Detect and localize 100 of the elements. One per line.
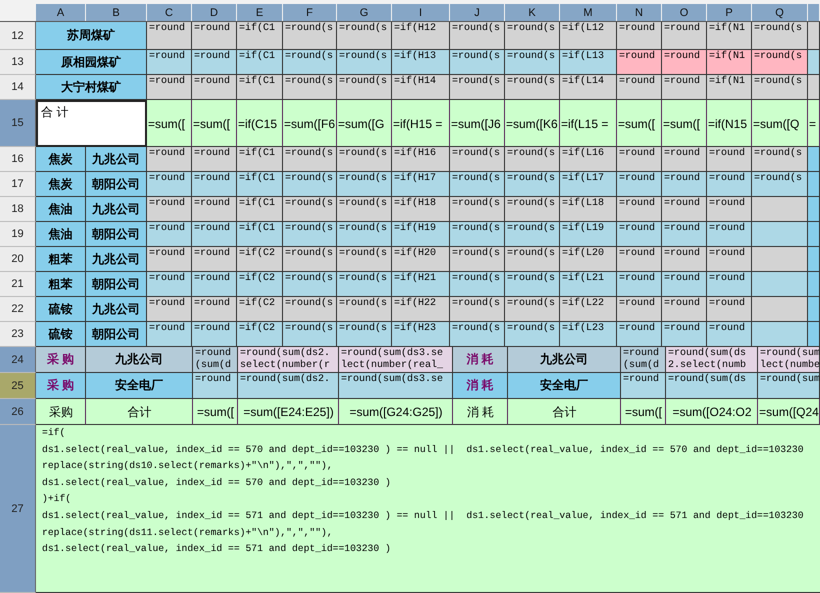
table-cell[interactable]: =round(s	[450, 172, 505, 197]
table-cell[interactable]: 九兆公司	[86, 347, 193, 373]
table-cell[interactable]: =round(s	[450, 222, 505, 247]
table-cell[interactable]: =if(H23	[392, 322, 450, 347]
table-cell[interactable]: =round	[662, 22, 707, 50]
table-cell[interactable]: =round(s	[337, 172, 392, 197]
table-cell[interactable]: =round	[147, 272, 192, 297]
table-cell[interactable]: =sum([E24:E25])	[238, 399, 339, 425]
table-cell[interactable]	[808, 247, 820, 272]
table-cell[interactable]: =if(H18	[392, 197, 450, 222]
table-cell[interactable]: =round(s	[337, 197, 392, 222]
table-cell[interactable]	[808, 322, 820, 347]
column-header[interactable]: C	[147, 4, 192, 21]
table-cell[interactable]: =round (sum(d	[621, 347, 666, 373]
table-cell[interactable]: =round(s	[450, 197, 505, 222]
row-header[interactable]: 13	[0, 50, 36, 75]
table-cell[interactable]: =if(C2	[237, 272, 283, 297]
table-cell[interactable]: =round(sum(ds2. select(number(r	[238, 347, 339, 373]
table-cell[interactable]: =if(L22	[560, 297, 617, 322]
table-cell[interactable]	[752, 272, 808, 297]
column-header[interactable]: Q	[752, 4, 808, 21]
table-cell[interactable]: 焦炭	[36, 172, 86, 197]
column-header[interactable]: F	[283, 4, 337, 21]
table-cell[interactable]: =round	[617, 297, 662, 322]
table-cell[interactable]: =round(s	[283, 75, 337, 100]
table-cell[interactable]: 原相园煤矿	[36, 50, 147, 75]
table-cell[interactable]: =round(s	[283, 172, 337, 197]
table-cell[interactable]: =round(s	[505, 272, 560, 297]
table-cell[interactable]: =if(C1	[237, 22, 283, 50]
table-cell[interactable]: =if(L21	[560, 272, 617, 297]
table-cell[interactable]: =round	[617, 322, 662, 347]
table-cell[interactable]: =sum([	[147, 100, 192, 147]
table-cell[interactable]: =sum([F6	[283, 100, 337, 147]
table-cell[interactable]: =round(sum(ds2.	[238, 373, 339, 399]
table-cell[interactable]: 粗苯	[36, 272, 86, 297]
table-cell[interactable]	[808, 50, 820, 75]
table-cell[interactable]: 九兆公司	[86, 247, 147, 272]
table-cell[interactable]: =if(C1	[237, 222, 283, 247]
column-header[interactable]: G	[337, 4, 392, 21]
table-cell[interactable]: =round	[147, 50, 192, 75]
table-cell[interactable]: =round(s	[505, 22, 560, 50]
table-cell[interactable]: =round	[617, 247, 662, 272]
table-cell[interactable]: =round(sum(ds	[666, 373, 758, 399]
table-cell[interactable]: =round	[662, 50, 707, 75]
table-cell[interactable]: 朝阳公司	[86, 272, 147, 297]
table-cell[interactable]: =if(H16	[392, 147, 450, 172]
table-cell[interactable]: =round (sum(d	[193, 347, 238, 373]
table-cell[interactable]: =round	[662, 272, 707, 297]
table-cell[interactable]	[808, 147, 820, 172]
table-cell[interactable]: =round	[147, 222, 192, 247]
table-cell[interactable]: =round(s	[283, 147, 337, 172]
row-header[interactable]: 16	[0, 147, 36, 172]
table-cell[interactable]: =round	[192, 222, 237, 247]
table-cell[interactable]: =if(C2	[237, 297, 283, 322]
table-cell[interactable]: =round	[192, 272, 237, 297]
table-cell[interactable]: 消 耗	[453, 347, 508, 373]
table-cell[interactable]: =round(s	[337, 322, 392, 347]
table-cell[interactable]: 硫铵	[36, 322, 86, 347]
table-cell[interactable]: =sum([	[617, 100, 662, 147]
table-cell[interactable]: =round	[192, 197, 237, 222]
table-cell[interactable]: =if(N1	[707, 50, 752, 75]
row-header[interactable]: 22	[0, 297, 36, 322]
table-cell[interactable]: =round(s	[283, 247, 337, 272]
table-cell[interactable]: 合计	[86, 399, 193, 425]
table-cell[interactable]: =round(s	[505, 297, 560, 322]
table-cell[interactable]: =round	[147, 197, 192, 222]
table-cell[interactable]: =sum([	[192, 100, 237, 147]
table-cell[interactable]: =round(s	[505, 322, 560, 347]
row-header[interactable]: 23	[0, 322, 36, 347]
table-cell[interactable]	[752, 322, 808, 347]
table-cell[interactable]: =round	[662, 322, 707, 347]
row-header[interactable]: 15	[0, 100, 36, 147]
table-cell[interactable]: =sum([J6	[450, 100, 505, 147]
table-cell[interactable]: =if(C1	[237, 147, 283, 172]
table-cell[interactable]: =	[808, 100, 820, 147]
column-header[interactable]: N	[617, 4, 662, 21]
row-header[interactable]: 26	[0, 399, 36, 425]
table-cell[interactable]: =round	[617, 147, 662, 172]
row-header[interactable]: 18	[0, 197, 36, 222]
table-cell[interactable]: =round	[147, 75, 192, 100]
table-cell[interactable]: =if(L23	[560, 322, 617, 347]
table-cell[interactable]	[808, 197, 820, 222]
table-cell[interactable]: =round	[662, 172, 707, 197]
column-header[interactable]: K	[505, 4, 560, 21]
table-cell[interactable]: =round	[147, 297, 192, 322]
table-cell[interactable]: =round(s	[450, 322, 505, 347]
table-cell[interactable]: =round	[617, 75, 662, 100]
table-cell[interactable]: =if(H22	[392, 297, 450, 322]
table-cell[interactable]: =if(C15	[237, 100, 283, 147]
table-cell[interactable]: 苏周煤矿	[36, 22, 147, 50]
table-cell[interactable]: =round(s	[283, 22, 337, 50]
table-cell[interactable]: =round(s	[283, 297, 337, 322]
table-cell[interactable]	[752, 197, 808, 222]
table-cell[interactable]: =if(C2	[237, 247, 283, 272]
table-cell[interactable]: =if(L13	[560, 50, 617, 75]
table-cell[interactable]: =if(L19	[560, 222, 617, 247]
column-header[interactable]: P	[707, 4, 752, 21]
table-cell[interactable]	[752, 247, 808, 272]
table-cell[interactable]: =round	[192, 75, 237, 100]
table-cell[interactable]	[808, 222, 820, 247]
